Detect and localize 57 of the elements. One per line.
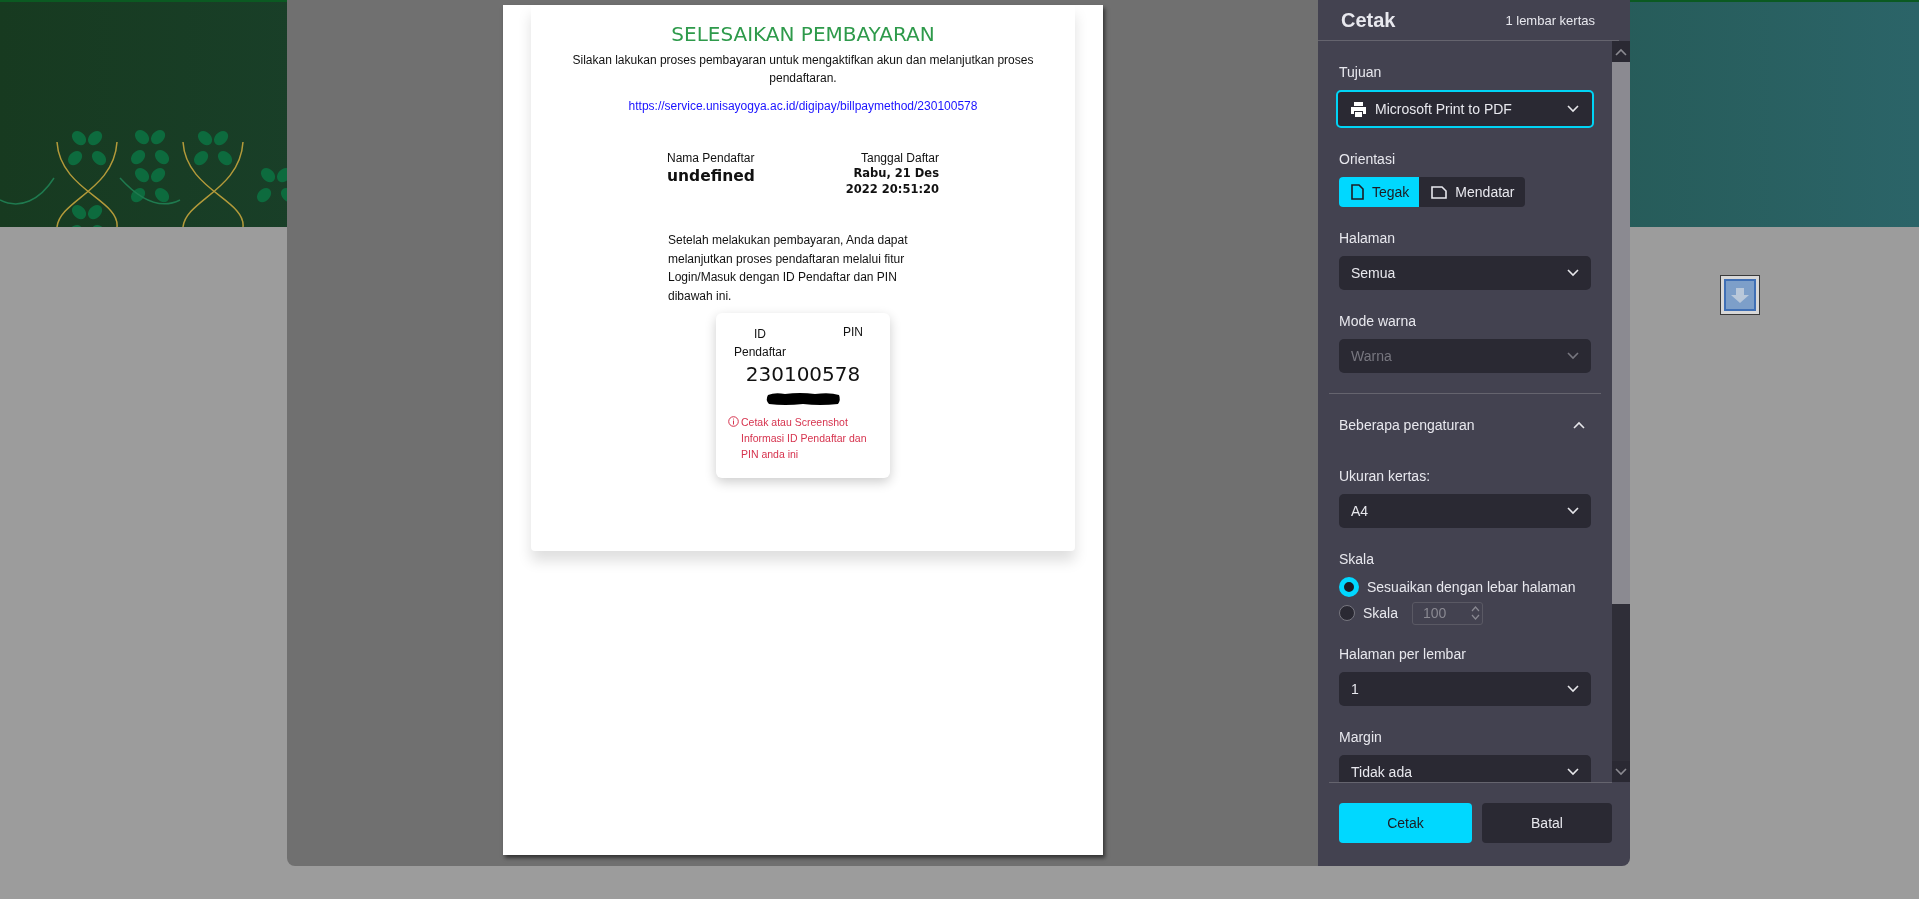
setting-label: Skala (1339, 550, 1375, 568)
field-label: PIN (843, 325, 863, 339)
registration-date: 2022 20:51:20 (845, 181, 939, 197)
scroll-up-button[interactable] (1612, 41, 1630, 62)
radio-button[interactable] (1339, 577, 1359, 597)
chevron-down-icon (1567, 685, 1579, 693)
chevron-up-icon (1573, 421, 1585, 429)
download-button[interactable] (1720, 275, 1760, 315)
radio-button[interactable] (1339, 605, 1355, 621)
section-toggle[interactable]: Beberapa pengaturan (1339, 405, 1591, 445)
warning-text: Cetak atau Screenshot Informasi ID Pendaftar dan PIN anda ini (741, 415, 868, 462)
page-icon (1351, 184, 1364, 200)
setting-label: Margin (1339, 728, 1382, 746)
dropdown[interactable]: 1 (1339, 672, 1591, 706)
registration-id: 230100578 (744, 362, 862, 386)
dropdown[interactable]: A4 (1339, 494, 1591, 528)
arrow-down-icon (1724, 279, 1756, 311)
scrollbar[interactable] (1612, 41, 1630, 782)
dropdown[interactable]: Microsoft Print to PDF (1336, 90, 1594, 128)
dialog-title: Cetak (1341, 8, 1396, 32)
page-title: SELESAIKAN PEMBAYARAN (670, 21, 936, 47)
instruction-text: Setelah melakukan pembayaran, Anda dapat melanjutkan proses pendaftaran melalui fitur Login/Masuk dengan ID Pendaftar dan PIN dibawah ini. (668, 232, 909, 305)
printer-icon (1350, 100, 1367, 118)
cancel-button[interactable]: Batal (1482, 803, 1612, 843)
chevron-down-icon (1615, 767, 1627, 776)
sheet-count: 1 lembar kertas (1505, 12, 1595, 28)
intro-text: Silakan lakukan proses pembayaran untuk mengaktifkan akun dan melanjutkan proses pendaftaran. (571, 52, 1035, 87)
payment-link[interactable]: https://service.unisayogya.ac.id/digipay/billpaymethod/230100578 (628, 99, 978, 113)
setting-label: Tujuan (1339, 63, 1382, 81)
chevron-up-icon (1615, 47, 1627, 56)
field-label: Nama Pendaftar (667, 151, 755, 165)
chevron-down-icon (1567, 352, 1579, 360)
chevron-down-icon (1567, 105, 1579, 113)
field-label: Tanggal Daftar (860, 151, 939, 165)
orientation-button[interactable]: Tegak (1339, 177, 1420, 207)
info-icon (728, 416, 739, 427)
page-icon (1431, 185, 1448, 199)
chevron-down-icon (1567, 269, 1579, 277)
scroll-down-button[interactable] (1612, 761, 1630, 782)
chevron-down-icon (1567, 507, 1579, 515)
spinner-icon (1471, 605, 1481, 621)
scrollbar-thumb[interactable] (1612, 62, 1630, 604)
setting-label: Halaman per lembar (1339, 645, 1466, 663)
setting-label: Ukuran kertas: (1339, 467, 1431, 485)
print-button[interactable]: Cetak (1339, 803, 1472, 843)
registrant-name: undefined (667, 167, 755, 185)
dropdown[interactable]: Semua (1339, 256, 1591, 290)
registration-date: Rabu, 21 Des (853, 165, 939, 181)
setting-label: Orientasi (1339, 150, 1396, 168)
orientation-button[interactable]: Mendatar (1419, 177, 1525, 207)
setting-label: Mode warna (1339, 312, 1417, 330)
dropdown[interactable]: Tidak ada (1339, 755, 1591, 782)
field-label: ID Pendaftar (732, 326, 787, 361)
radio-label: Sesuaikan dengan lebar halaman (1367, 579, 1576, 595)
radio-label: Skala (1363, 605, 1399, 621)
setting-label: Halaman (1339, 229, 1396, 247)
chevron-down-icon (1567, 768, 1579, 776)
